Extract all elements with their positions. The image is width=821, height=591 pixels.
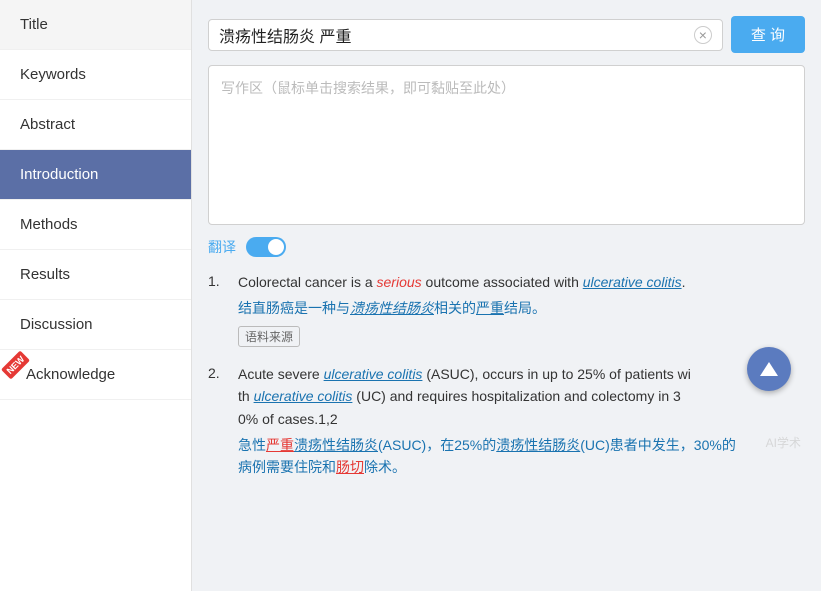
sidebar-item-keywords[interactable]: Keywords	[0, 50, 191, 100]
sidebar-item-label: Results	[20, 266, 70, 283]
sidebar-item-results[interactable]: Results	[0, 250, 191, 300]
sidebar-item-label: Title	[20, 16, 48, 33]
main-wrapper: × 查 询 写作区（鼠标单击搜索结果，即可黏贴至此处） 翻译 1. Colore	[192, 0, 821, 591]
result-zh-1[interactable]: 结直肠癌是一种与溃疡性结肠炎相关的严重结局。	[238, 297, 805, 319]
writing-area-placeholder: 写作区（鼠标单击搜索结果，即可黏贴至此处）	[221, 80, 515, 96]
keyword-uc-3: ulcerative colitis	[254, 388, 353, 404]
sidebar-item-discussion[interactable]: Discussion	[0, 300, 191, 350]
sidebar-item-label: Discussion	[20, 316, 93, 333]
results-list: 1. Colorectal cancer is a serious outcom…	[208, 271, 805, 483]
result-zh-2[interactable]: 急性严重溃疡性结肠炎(ASUC)，在25%的溃疡性结肠炎(UC)患者中发生，30…	[238, 434, 805, 479]
sidebar-item-methods[interactable]: Methods	[0, 200, 191, 250]
corpus-tag-1[interactable]: 语料来源	[238, 326, 300, 347]
search-bar: × 查 询	[208, 16, 805, 53]
sidebar-item-label: Abstract	[20, 116, 75, 133]
result-en-1[interactable]: Colorectal cancer is a serious outcome a…	[238, 271, 805, 293]
result-content-1: Colorectal cancer is a serious outcome a…	[238, 271, 805, 347]
scroll-up-button[interactable]	[747, 347, 791, 391]
toggle-knob	[268, 239, 284, 255]
result-item-1: 1. Colorectal cancer is a serious outcom…	[208, 271, 805, 347]
clear-button[interactable]: ×	[694, 26, 712, 44]
sidebar-item-introduction[interactable]: Introduction	[0, 150, 191, 200]
sidebar-item-label: Methods	[20, 216, 78, 233]
keyword-uc-1: ulcerative colitis	[583, 274, 682, 290]
zh-keyword-5: 溃疡性结肠炎	[496, 437, 580, 453]
result-num-2: 2.	[208, 363, 228, 483]
sidebar-item-acknowledge[interactable]: NEW Acknowledge	[0, 350, 191, 400]
arrow-up-icon	[758, 358, 780, 380]
writing-area[interactable]: 写作区（鼠标单击搜索结果，即可黏贴至此处）	[208, 65, 805, 225]
search-input[interactable]	[219, 26, 688, 44]
result-content-2: Acute severe ulcerative colitis (ASUC), …	[238, 363, 805, 483]
result-en-2[interactable]: Acute severe ulcerative colitis (ASUC), …	[238, 363, 805, 430]
search-button[interactable]: 查 询	[731, 16, 805, 53]
sidebar-item-label: Introduction	[20, 166, 98, 183]
translate-row: 翻译	[208, 237, 805, 257]
sidebar-item-abstract[interactable]: Abstract	[0, 100, 191, 150]
zh-keyword-1: 溃疡性结肠炎	[350, 300, 434, 316]
translate-toggle[interactable]	[246, 237, 286, 257]
sidebar: Title Keywords Abstract Introduction Met…	[0, 0, 192, 591]
main-content: × 查 询 写作区（鼠标单击搜索结果，即可黏贴至此处） 翻译 1. Colore	[192, 0, 821, 499]
translate-label: 翻译	[208, 237, 236, 257]
zh-keyword-2: 严重	[476, 300, 504, 316]
sidebar-item-title[interactable]: Title	[0, 0, 191, 50]
zh-keyword-6: 肠切	[336, 459, 364, 475]
sidebar-item-label: Keywords	[20, 66, 86, 83]
result-item-2: 2. Acute severe ulcerative colitis (ASUC…	[208, 363, 805, 483]
search-input-wrapper: ×	[208, 19, 723, 51]
keyword-uc-2: ulcerative colitis	[324, 366, 423, 382]
zh-keyword-4: 溃疡性结肠炎	[294, 437, 378, 453]
sidebar-item-label: Acknowledge	[26, 366, 115, 383]
keyword-serious: serious	[377, 274, 422, 290]
result-num-1: 1.	[208, 271, 228, 347]
zh-keyword-3: 严重	[266, 437, 294, 453]
